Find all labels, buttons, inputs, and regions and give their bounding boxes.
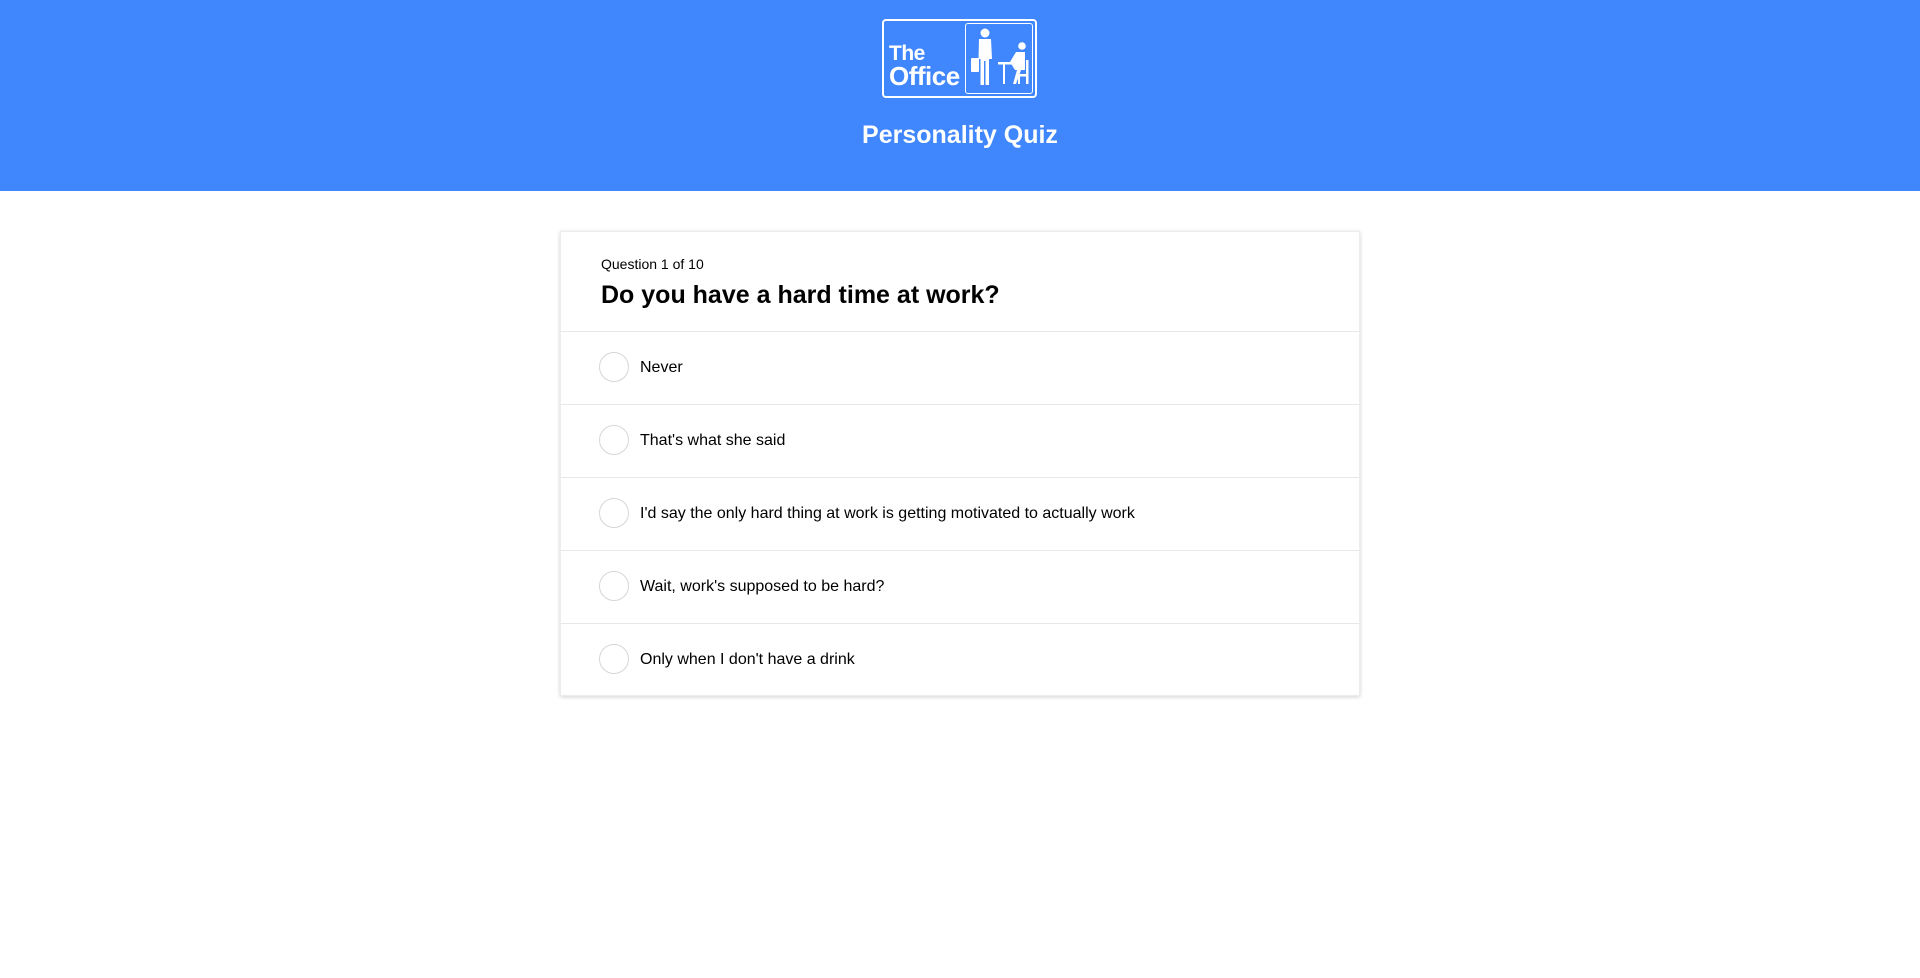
answer-label: Wait, work's supposed to be hard? [640, 578, 885, 595]
answer-label: Only when I don't have a drink [640, 651, 855, 668]
question-text: Do you have a hard time at work? [601, 281, 1000, 309]
app-header: The Office Personality Quiz [0, 0, 1920, 191]
answer-option[interactable]: That's what she said [561, 405, 1359, 478]
answer-option[interactable]: I'd say the only hard thing at work is g… [561, 478, 1359, 551]
radio-button[interactable] [599, 352, 629, 382]
logo-text-office: Office [889, 61, 960, 91]
office-workers-icon [965, 23, 1033, 94]
answer-option[interactable]: Wait, work's supposed to be hard? [561, 551, 1359, 624]
radio-button[interactable] [599, 498, 629, 528]
answer-label: Never [640, 359, 683, 376]
answer-label: I'd say the only hard thing at work is g… [640, 505, 1135, 522]
radio-button[interactable] [599, 425, 629, 455]
question-counter: Question 1 of 10 [601, 256, 704, 272]
logo-wordmark: The Office [889, 43, 960, 91]
answer-option[interactable]: Only when I don't have a drink [561, 624, 1359, 697]
the-office-logo: The Office [882, 19, 1037, 98]
answer-option[interactable]: Never [561, 332, 1359, 405]
radio-button[interactable] [599, 644, 629, 674]
answer-label: That's what she said [640, 432, 786, 449]
question-card: Question 1 of 10 Do you have a hard time… [560, 231, 1360, 696]
page-title: Personality Quiz [862, 121, 1058, 149]
radio-button[interactable] [599, 571, 629, 601]
question-header: Question 1 of 10 Do you have a hard time… [561, 232, 1359, 332]
answer-list: Never That's what she said I'd say the o… [561, 332, 1359, 697]
